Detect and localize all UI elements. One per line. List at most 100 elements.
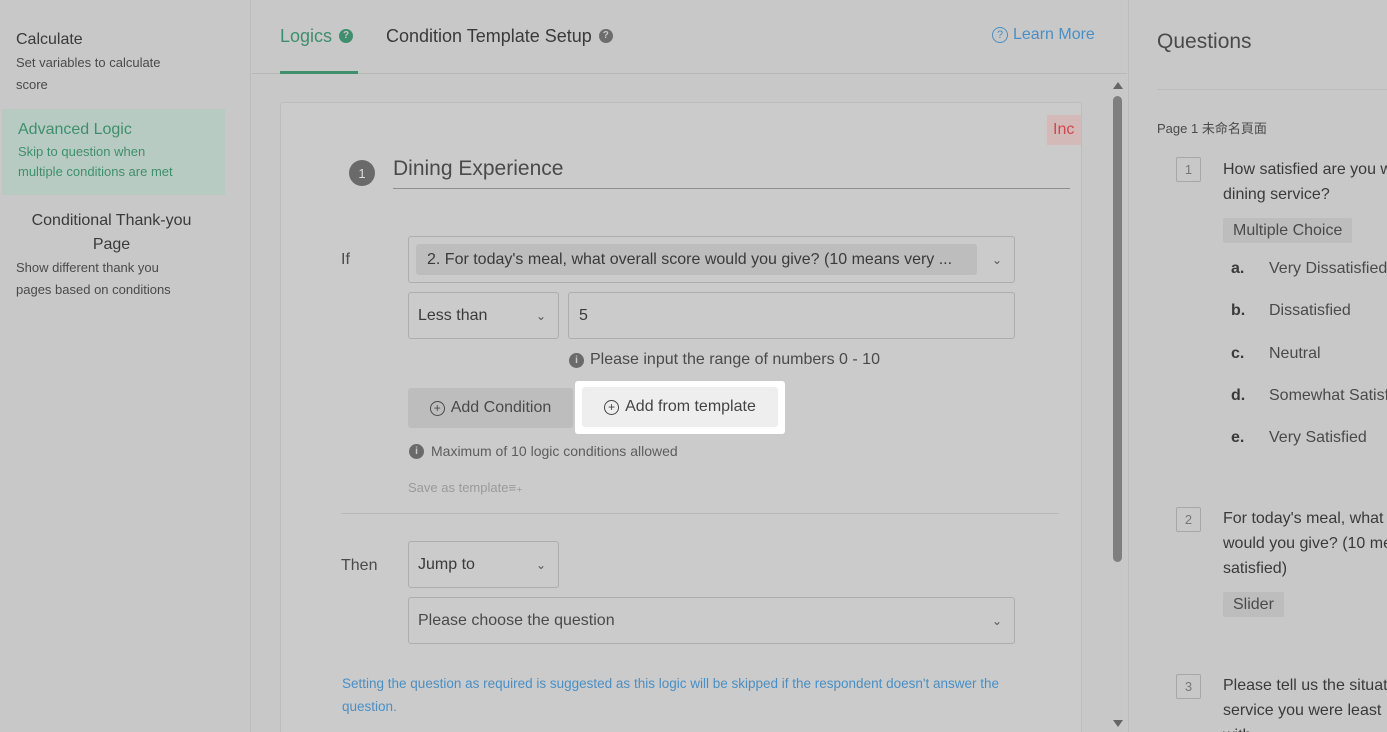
sidebar-item-desc: Show different thank you	[16, 260, 159, 275]
option-letter: c.	[1231, 345, 1245, 362]
question-type-badge: Slider	[1223, 592, 1284, 617]
question-text[interactable]: For today's meal, what o would you give?…	[1223, 506, 1387, 581]
question-number-badge: 1	[1176, 157, 1201, 182]
sidebar-item-title: Advanced Logic	[18, 121, 132, 138]
help-icon[interactable]: ?	[598, 29, 613, 43]
scroll-up-arrow-icon[interactable]	[1113, 82, 1123, 89]
operator-select[interactable]: Less than ⌄	[408, 292, 559, 339]
question-text-line: How satisfied are you w	[1223, 161, 1387, 178]
save-as-template-label: Save as template	[408, 480, 509, 495]
help-icon[interactable]: ?	[339, 29, 354, 43]
info-icon: i	[569, 352, 584, 368]
question-text-line: service you were least	[1223, 702, 1382, 719]
chevron-down-icon: ⌄	[535, 557, 546, 572]
condition-value-input[interactable]: 5	[568, 292, 1015, 339]
vertical-scrollbar[interactable]	[1111, 78, 1125, 732]
questions-panel: Questions Page 1 未命名頁面 1 How satisfied a…	[1128, 0, 1387, 732]
sidebar-item-desc: score	[16, 77, 48, 92]
sidebar-item-desc: pages based on conditions	[16, 282, 171, 297]
option-label: Dissatisfied	[1269, 302, 1351, 319]
plus-circle-icon: +	[604, 399, 620, 415]
section-divider	[341, 513, 1059, 514]
sidebar-item-desc: Set variables to calculate	[16, 55, 161, 70]
question-text-line: Please tell us the situat	[1223, 677, 1387, 694]
then-label: Then	[341, 557, 378, 574]
range-hint: i Please input the range of numbers 0 - …	[569, 351, 880, 369]
left-sidebar: Calculate Set variables to calculate sco…	[0, 0, 251, 732]
question-number-badge: 2	[1176, 507, 1201, 532]
action-value: Jump to	[418, 555, 475, 573]
sidebar-item-advanced-logic[interactable]: Advanced Logic Skip to question when mul…	[2, 109, 225, 195]
option-item: d. Somewhat Satisfied	[1231, 387, 1387, 405]
option-item: c. Neutral	[1231, 345, 1321, 363]
logic-rule-card: Inc 1 Dining Experience If 2. For today'…	[280, 102, 1082, 732]
range-hint-text: Please input the range of numbers 0 - 10	[590, 351, 880, 368]
question-text-line: with	[1223, 723, 1387, 732]
add-from-template-label: Add from template	[625, 398, 756, 415]
selected-question: 2. For today's meal, what overall score …	[416, 244, 977, 275]
panel-divider	[1157, 89, 1387, 90]
question-text[interactable]: How satisfied are you w dining service?	[1223, 157, 1387, 207]
tab-logics[interactable]: Logics ?	[280, 24, 354, 48]
active-tab-indicator	[280, 71, 358, 74]
chevron-down-icon: ⌄	[535, 308, 546, 323]
sidebar-item-desc: Skip to question when	[18, 144, 146, 159]
question-text[interactable]: Please tell us the situat service you we…	[1223, 673, 1387, 732]
sidebar-item-title: Calculate	[16, 31, 83, 48]
option-label: Very Satisfied	[1269, 429, 1367, 446]
question-text-line: dining service?	[1223, 186, 1330, 203]
list-add-icon: ≡₊	[508, 480, 523, 495]
if-label: If	[341, 251, 350, 268]
highlight-spotlight: + Add from template	[575, 381, 785, 434]
logic-editor-panel: Logics ? Condition Template Setup ? ? Le…	[252, 0, 1127, 732]
page-label: Page 1 未命名頁面	[1157, 121, 1267, 136]
option-letter: d.	[1231, 387, 1246, 404]
scrollbar-thumb[interactable]	[1113, 96, 1122, 562]
question-text-line: satisfied)	[1223, 560, 1288, 577]
rule-title-input[interactable]: Dining Experience	[393, 155, 1070, 189]
option-letter: e.	[1231, 429, 1245, 446]
add-condition-label: Add Condition	[450, 399, 552, 416]
question-type-badge: Multiple Choice	[1223, 218, 1353, 243]
condition-question-select[interactable]: 2. For today's meal, what overall score …	[408, 236, 1015, 283]
tab-condition-template-setup[interactable]: Condition Template Setup ?	[386, 24, 613, 48]
chevron-down-icon: ⌄	[991, 252, 1002, 267]
option-label: Very Dissatisfied	[1269, 260, 1387, 277]
note-line: Setting the question as required is sugg…	[342, 676, 999, 691]
info-icon: i	[409, 443, 424, 459]
add-from-template-button[interactable]: + Add from template	[582, 387, 778, 427]
chevron-down-icon: ⌄	[991, 613, 1002, 628]
option-item: e. Very Satisfied	[1231, 429, 1367, 447]
learn-more-link[interactable]: ? Learn More	[992, 26, 1095, 44]
status-badge: Inc	[1047, 115, 1081, 145]
max-conditions-text: Maximum of 10 logic conditions allowed	[431, 443, 678, 459]
tab-label: Logics	[280, 26, 333, 46]
tab-bar: Logics ? Condition Template Setup ? ? Le…	[252, 0, 1127, 74]
option-letter: a.	[1231, 260, 1245, 277]
option-label: Somewhat Satisfied	[1269, 387, 1387, 404]
add-condition-button[interactable]: + Add Condition	[408, 388, 573, 428]
note-line: question.	[342, 699, 397, 714]
option-label: Neutral	[1269, 345, 1321, 362]
target-placeholder: Please choose the question	[418, 611, 615, 629]
questions-title: Questions	[1157, 30, 1252, 53]
scroll-down-arrow-icon[interactable]	[1113, 720, 1123, 727]
sidebar-item-title: Page	[92, 236, 131, 253]
tab-label: Condition Template Setup	[386, 26, 592, 46]
sidebar-item-title: Conditional Thank-you	[31, 212, 192, 229]
rule-number-badge: 1	[349, 160, 375, 186]
option-letter: b.	[1231, 302, 1246, 319]
sidebar-item-calculate[interactable]: Calculate Set variables to calculate sco…	[0, 28, 223, 96]
save-as-template-link[interactable]: Save as template≡₊	[408, 480, 523, 496]
learn-more-label: Learn More	[1013, 26, 1095, 43]
question-circle-icon: ?	[992, 27, 1008, 43]
sidebar-item-conditional-thank-you[interactable]: Conditional Thank-you Page Show differen…	[0, 209, 223, 301]
sidebar-item-desc: multiple conditions are met	[18, 164, 173, 179]
target-question-select[interactable]: Please choose the question ⌄	[408, 597, 1015, 644]
question-text-line: For today's meal, what o	[1223, 510, 1387, 527]
required-question-note: Setting the question as required is sugg…	[342, 672, 1042, 718]
option-item: a. Very Dissatisfied	[1231, 260, 1387, 278]
action-select[interactable]: Jump to ⌄	[408, 541, 559, 588]
operator-value: Less than	[418, 306, 488, 324]
question-text-line: would you give? (10 me	[1223, 535, 1387, 552]
